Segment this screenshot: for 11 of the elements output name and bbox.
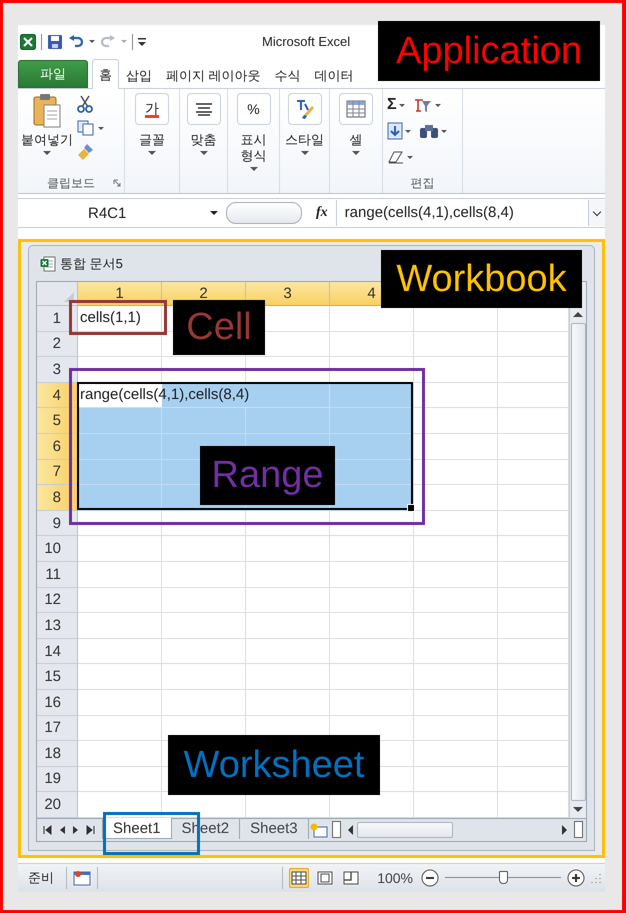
workbook-title: 통합 문서5 — [60, 254, 123, 272]
group-label: 편집 — [410, 174, 434, 192]
annotation-tooltip: Range — [200, 446, 335, 505]
annotation-tooltip: Application — [378, 21, 600, 81]
window-title: Microsoft Excel — [262, 34, 350, 49]
annotation-tooltip: Workbook — [381, 250, 582, 308]
annotation-tooltip: Cell — [173, 300, 265, 355]
annotation-tooltip: Worksheet — [168, 735, 380, 795]
status-text: 준비 — [27, 868, 55, 887]
percent-icon: % — [247, 101, 260, 117]
group-label: 클립보드 — [47, 174, 95, 192]
